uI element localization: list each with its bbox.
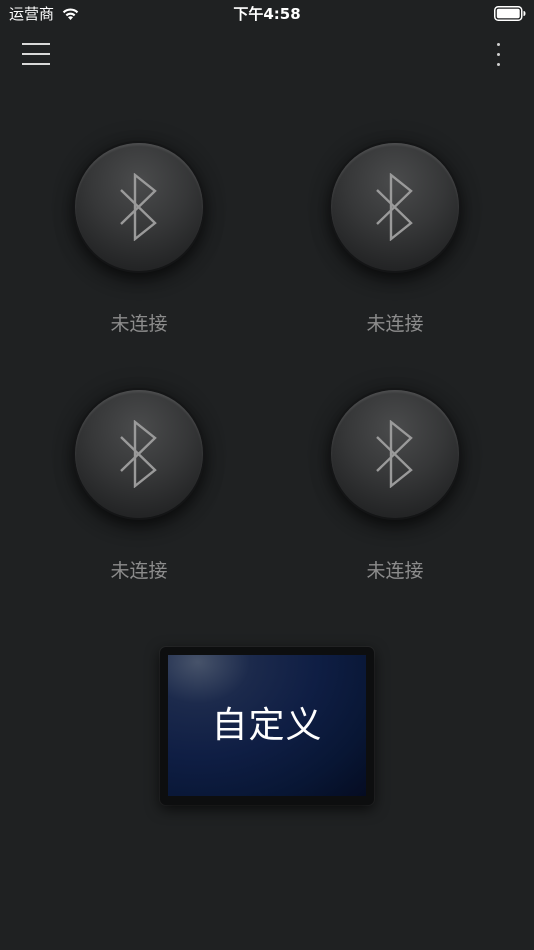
- bluetooth-icon: [120, 420, 157, 488]
- bluetooth-icon: [376, 420, 413, 488]
- bluetooth-connect-button-2[interactable]: [331, 143, 459, 271]
- connection-status-1: 未连接: [110, 313, 168, 335]
- battery-icon: [494, 6, 526, 21]
- bluetooth-icon: [376, 173, 413, 241]
- connection-status-4: 未连接: [366, 560, 424, 582]
- custom-button-screen: 自定义: [168, 655, 366, 796]
- device-slot-3: 未连接: [49, 390, 229, 600]
- custom-button-label: 自定义: [211, 705, 323, 746]
- device-slot-1: 未连接: [49, 143, 229, 353]
- custom-button[interactable]: 自定义: [160, 647, 374, 805]
- status-bar: 运营商 下午4:58: [0, 0, 534, 28]
- hamburger-menu-icon[interactable]: [20, 40, 52, 68]
- device-slot-4: 未连接: [305, 390, 485, 600]
- connection-status-2: 未连接: [366, 313, 424, 335]
- device-slot-2: 未连接: [305, 143, 485, 353]
- status-time: 下午4:58: [233, 5, 301, 23]
- bluetooth-connect-button-3[interactable]: [75, 390, 203, 518]
- bluetooth-icon: [120, 173, 157, 241]
- vertical-ellipsis-icon[interactable]: [486, 40, 510, 70]
- connection-status-3: 未连接: [110, 560, 168, 582]
- bluetooth-connect-button-4[interactable]: [331, 390, 459, 518]
- bluetooth-connect-button-1[interactable]: [75, 143, 203, 271]
